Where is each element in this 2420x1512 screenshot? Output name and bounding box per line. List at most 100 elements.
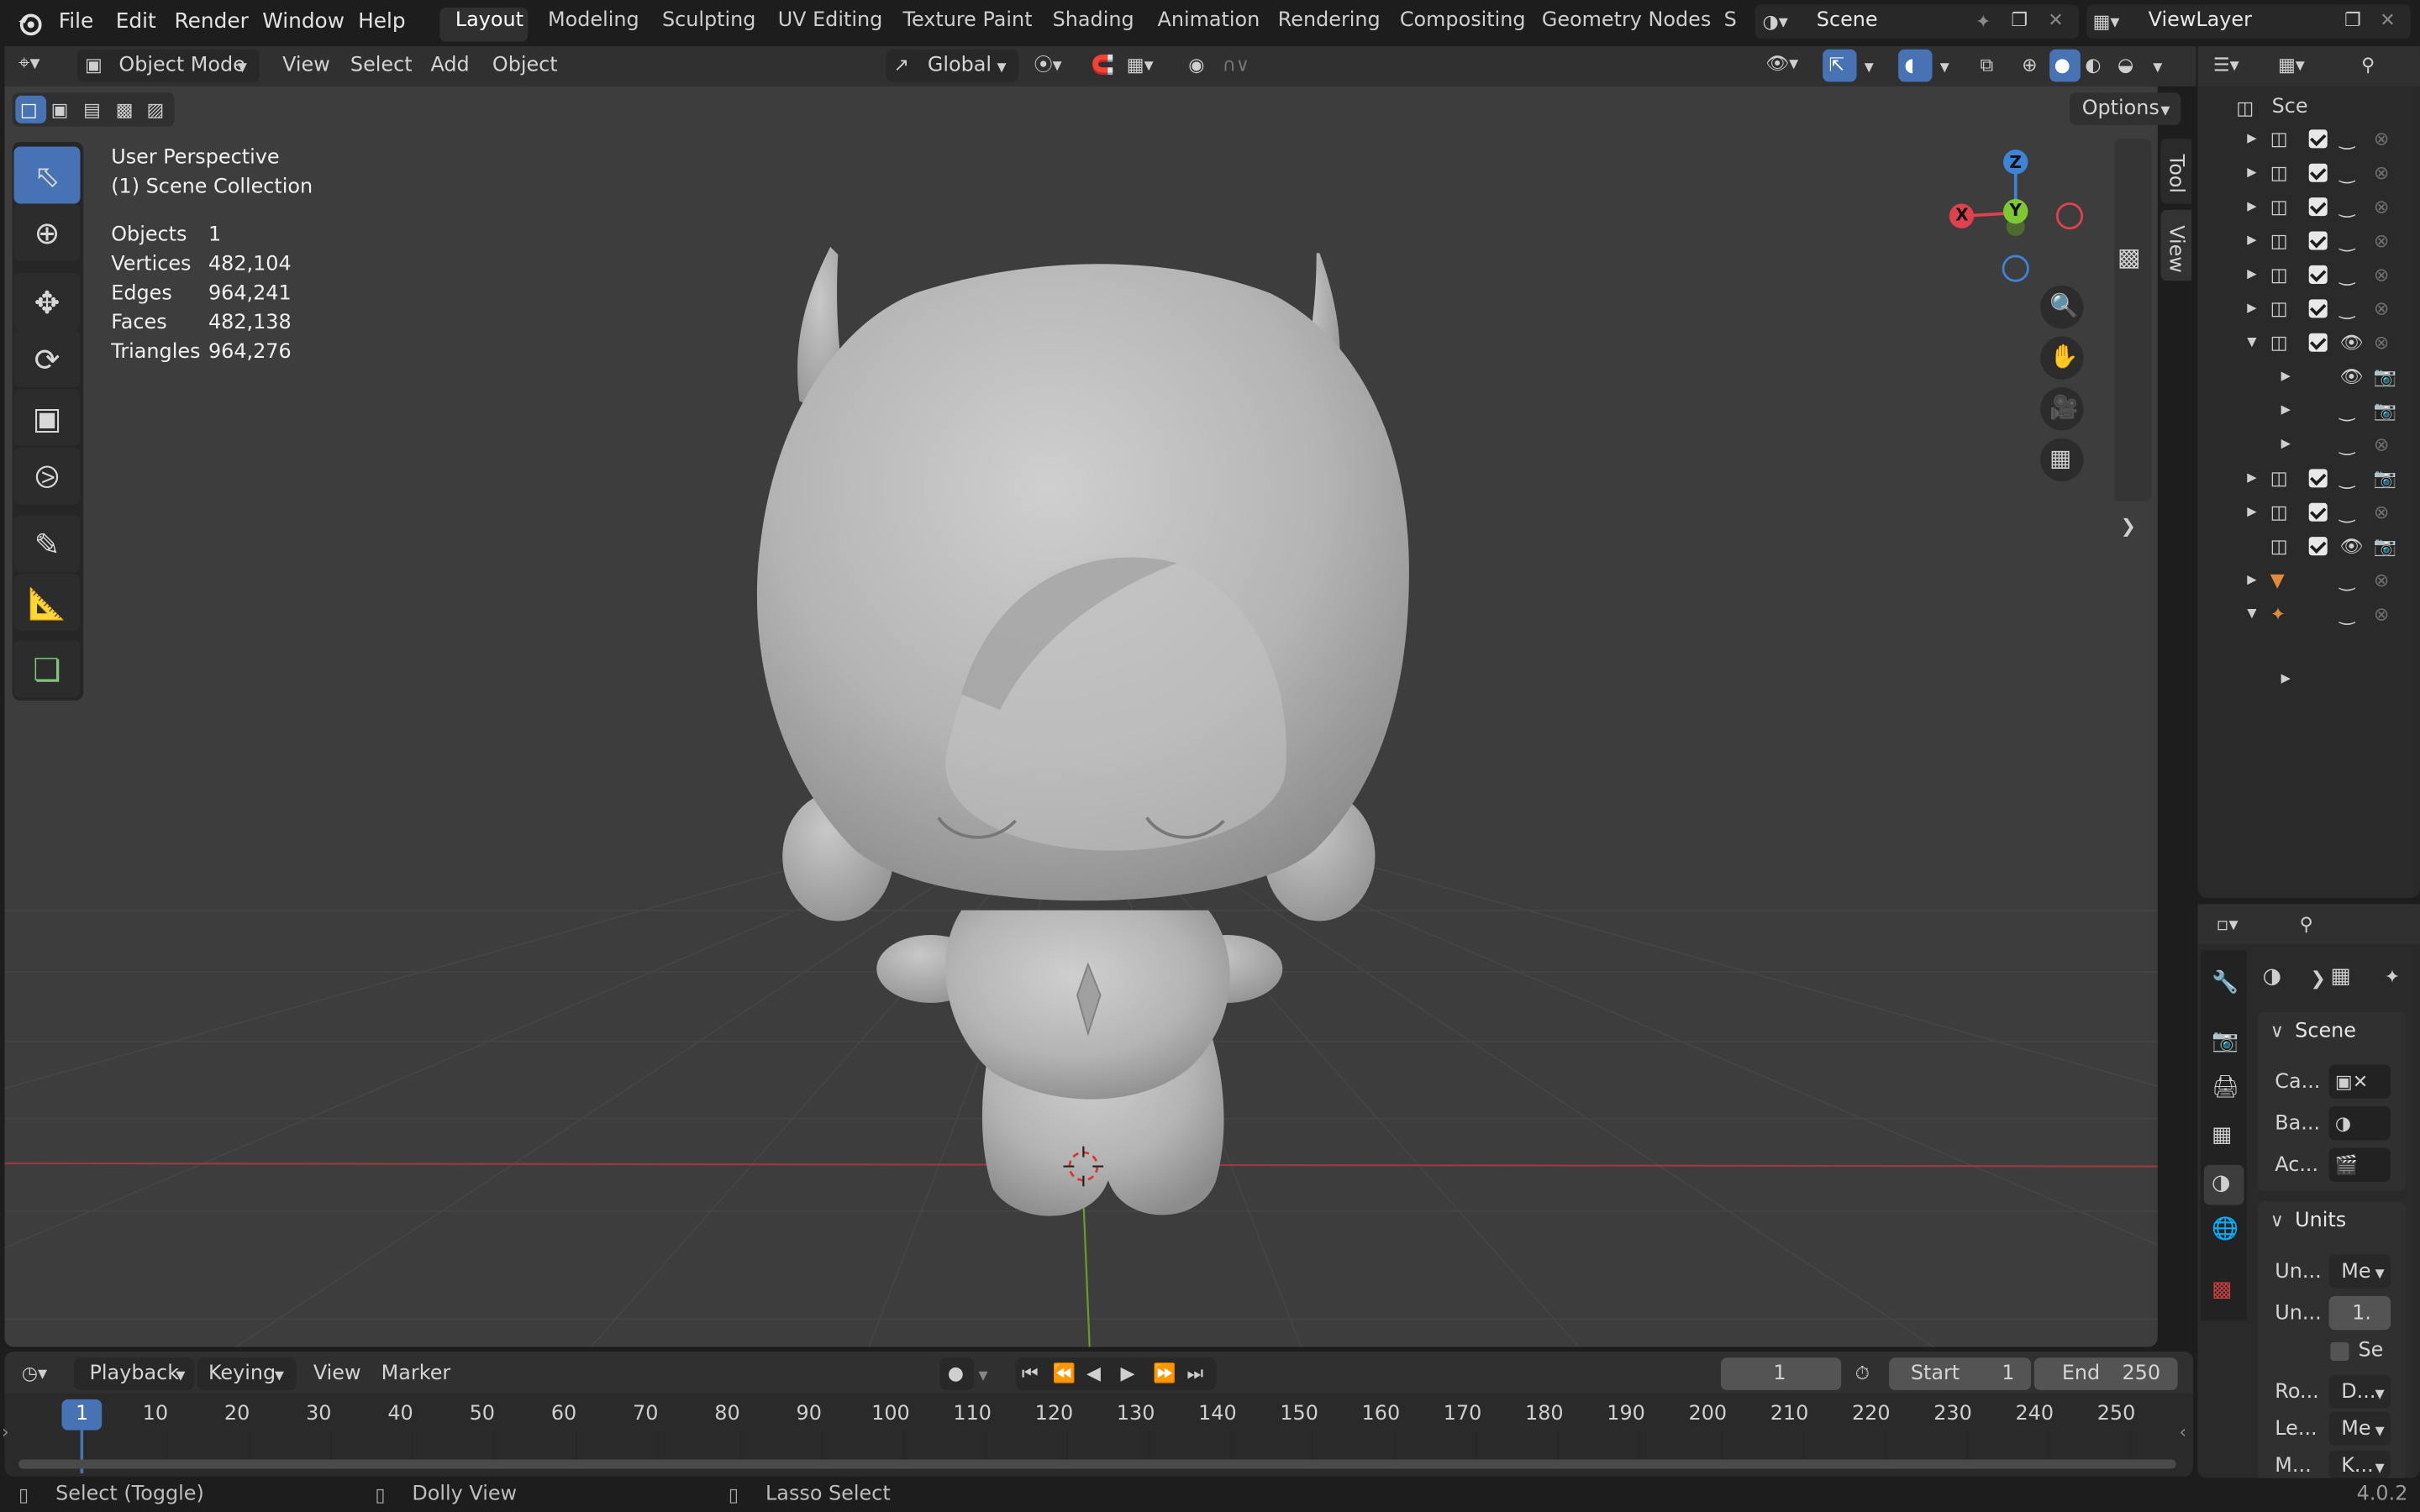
exclude-checkbox[interactable] [2308,129,2328,149]
expand-arrow-icon[interactable]: ▶ [2247,230,2256,252]
menu-edit[interactable]: Edit [116,9,156,34]
pivot-point-icon[interactable]: ⦿▾ [1034,54,1062,76]
outliner-row[interactable]: ▼ ✦ ‿ ⊗ [2201,599,2404,633]
select-extend-icon[interactable]: ▣ [51,99,69,121]
outliner-row[interactable]: ▶ ◫ ‿ 📷 [2201,463,2404,496]
exclude-checkbox[interactable] [2308,537,2328,556]
expand-arrow-icon[interactable]: ▶ [2247,468,2256,490]
tab-uv-editing[interactable]: UV Editing [778,9,883,34]
expand-arrow-icon[interactable]: ▶ [2247,501,2256,523]
new-view-layer-icon[interactable]: ❐ [2344,9,2361,31]
timeline-menu-marker[interactable]: Marker [381,1362,451,1387]
outliner-search-icon[interactable]: ⚲ [2361,54,2375,76]
render-disabled-icon[interactable]: ⊗ [2374,230,2389,252]
render-disabled-icon[interactable]: ⊗ [2374,501,2389,523]
scene-selector[interactable] [1754,4,2080,39]
viewport-menu-object[interactable]: Object [492,54,558,78]
properties-editor-icon[interactable]: ▫▾ [2217,913,2238,935]
eye-closed-icon[interactable]: ‿ [2339,297,2354,319]
units-panel-chevron-icon[interactable]: ∨ [2270,1210,2284,1231]
blender-logo-icon[interactable] [15,9,43,37]
tab-compositing[interactable]: Compositing [1400,9,1526,34]
menu-file[interactable]: File [59,9,93,34]
viewport-menu-select[interactable]: Select [350,54,413,78]
expand-arrow-icon[interactable]: ▶ [2281,433,2291,455]
render-disabled-icon[interactable]: ⊗ [2374,128,2389,150]
snap-icon[interactable]: 🧲 [1092,54,1114,76]
expand-arrow-icon[interactable]: ▶ [2247,196,2256,218]
render-disabled-icon[interactable]: ⊗ [2374,196,2389,218]
exclude-checkbox[interactable] [2308,197,2328,217]
menu-render[interactable]: Render [175,9,249,34]
editor-type-icon[interactable]: ⌖▾ [18,53,39,76]
expand-arrow-icon[interactable]: ▶ [2281,668,2291,690]
exclude-checkbox[interactable] [2308,299,2328,318]
record-chevron-icon[interactable]: ▾ [978,1364,987,1386]
expand-arrow-icon[interactable]: ▶ [2247,128,2256,150]
outliner-display-mode-icon[interactable]: ▦▾ [2278,54,2305,76]
expand-arrow-icon[interactable]: ▶ [2247,264,2256,286]
expand-arrow-icon[interactable]: ▶ [2247,297,2256,319]
scene-panel-chevron-icon[interactable]: ∨ [2270,1020,2284,1042]
eye-closed-icon[interactable]: ‿ [2339,570,2354,591]
measure-tool[interactable]: 📐 [13,574,81,632]
exclude-checkbox[interactable] [2308,469,2328,488]
play-reverse-icon[interactable]: ◀ [1086,1362,1101,1384]
cursor-tool[interactable]: ⊕ [13,203,81,261]
eye-closed-icon[interactable]: ‿ [2339,230,2354,252]
eye-closed-icon[interactable]: ‿ [2339,162,2354,184]
render-disabled-icon[interactable]: ⊗ [2374,433,2389,455]
outliner-row[interactable]: ▶ 👁 📷 [2201,361,2404,395]
eye-closed-icon[interactable]: ‿ [2339,128,2354,150]
jump-end-icon[interactable]: ⏭ [1186,1362,1203,1384]
eye-closed-icon[interactable]: ‿ [2339,433,2354,455]
eye-closed-icon[interactable]: ‿ [2339,196,2354,218]
delete-view-layer-icon[interactable]: ✕ [2380,9,2395,31]
eye-closed-icon[interactable]: ‿ [2339,400,2354,422]
timeline-menu-view[interactable]: View [313,1362,361,1387]
falloff-icon[interactable]: ∩∨ [1223,54,1249,76]
select-invert-icon[interactable]: ▩ [116,99,134,121]
render-tab-icon[interactable]: 📷 [2212,1031,2238,1053]
pin-props-icon[interactable]: ✦ [2385,966,2400,988]
add-cube-tool[interactable]: ❏ [13,640,81,698]
prev-keyframe-icon[interactable]: ⏪ [1053,1362,1076,1384]
tab-modeling[interactable]: Modeling [548,9,639,34]
timeline-editor-icon[interactable]: ◷▾ [22,1362,47,1384]
eye-closed-icon[interactable]: ‿ [2339,468,2354,490]
outliner-row[interactable]: ▶ ◫ ‿ ⊗ [2201,225,2404,259]
exclude-checkbox[interactable] [2308,163,2328,182]
outliner-editor-icon[interactable]: ☰▾ [2213,54,2239,76]
collapse-arrow-icon[interactable]: ▼ [2247,332,2256,354]
render-enabled-icon[interactable]: 📷 [2374,468,2396,490]
outliner-row[interactable]: ▶ ◫ ‿ ⊗ [2201,123,2404,157]
render-disabled-icon[interactable]: ⊗ [2374,603,2389,625]
eye-open-icon[interactable]: 👁 [2339,535,2363,557]
exclude-checkbox[interactable] [2308,231,2328,250]
scene-panel-title[interactable]: Scene [2295,1020,2356,1044]
tab-geometry-nodes[interactable]: Geometry Nodes [1542,9,1711,34]
annotate-tool[interactable]: ✎ [13,515,81,573]
render-enabled-icon[interactable]: 📷 [2374,535,2396,557]
viewport-menu-add[interactable]: Add [430,54,469,78]
character-model[interactable] [684,232,1486,1250]
expand-arrow-icon[interactable]: ▶ [2281,365,2291,387]
render-disabled-icon[interactable]: ⊗ [2374,570,2389,591]
outliner-row[interactable]: ◫ 👁 📷 [2201,531,2404,564]
expand-arrow-icon[interactable]: ▶ [2281,400,2291,422]
separate-units-checkbox[interactable] [2330,1341,2349,1361]
select-subtract-icon[interactable]: ▤ [83,99,101,121]
stopwatch-icon[interactable]: ⏱ [1855,1362,1870,1384]
jump-start-icon[interactable]: ⏮ [1022,1362,1039,1384]
rotate-tool[interactable]: ⟳ [13,330,81,388]
sidebar-collapse-icon[interactable]: ❯ [2121,515,2136,537]
exclude-checkbox[interactable] [2308,502,2328,522]
world-tab-icon[interactable]: 🌐 [2212,1219,2238,1241]
outliner-row[interactable]: ▶ ‿ 📷 [2201,395,2404,428]
wireframe-shading-icon[interactable]: ⊕ [2022,54,2037,76]
viewport-3d[interactable] [4,46,2158,1347]
tab-sculpting[interactable]: Sculpting [662,9,755,34]
pin-icon[interactable]: ✦ [1975,11,1991,33]
eye-closed-icon[interactable]: ‿ [2339,264,2354,286]
expand-arrow-icon[interactable]: ▶ [2247,162,2256,184]
